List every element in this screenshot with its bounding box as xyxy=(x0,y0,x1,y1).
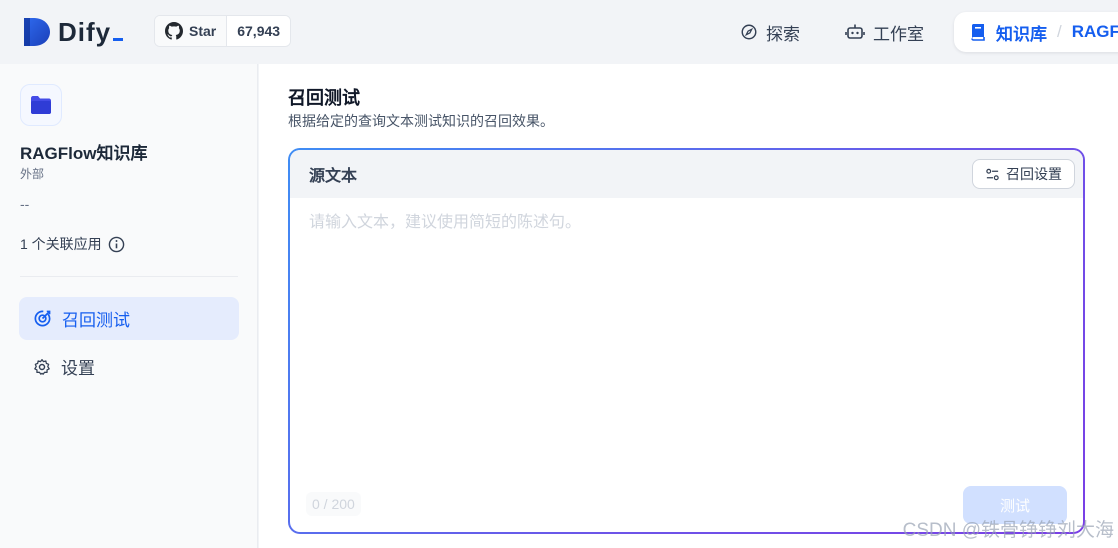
dataset-sidebar: RAGFlow知识库 外部 -- 1 个关联应用 召回测试 设置 xyxy=(0,64,258,548)
page-subtitle: 根据给定的查询文本测试知识的召回效果。 xyxy=(288,113,554,129)
dataset-name: RAGFlow知识库 xyxy=(20,144,148,163)
book-icon xyxy=(971,24,985,41)
source-text-box: 源文本 召回设置 请输入文本，建议使用简短的陈述句。 0 / 200 测试 xyxy=(288,148,1085,534)
folder-icon xyxy=(31,96,51,114)
dataset-type: 外部 xyxy=(20,167,45,181)
watermark: CSDN @铁骨铮铮刘大海 xyxy=(902,520,1114,541)
gear-icon xyxy=(34,358,50,375)
nav-studio[interactable]: 工作室 xyxy=(845,18,924,46)
sidebar-item-retrieval-test[interactable]: 召回测试 xyxy=(19,297,239,340)
nav-current-dataset[interactable]: RAGF xyxy=(1072,22,1118,42)
logo-text: Dify xyxy=(58,16,124,48)
sidebar-item-label: 设置 xyxy=(61,359,95,378)
sliders-icon xyxy=(986,168,999,180)
main-panel: 召回测试 根据给定的查询文本测试知识的召回效果。 源文本 召回设置 请输入文本，… xyxy=(259,64,1118,548)
source-text-header: 源文本 召回设置 xyxy=(290,150,1083,198)
target-icon xyxy=(34,310,51,327)
github-star-badge[interactable]: Star 67,943 xyxy=(154,15,292,47)
dataset-description: -- xyxy=(20,196,30,212)
sidebar-item-settings[interactable]: 设置 xyxy=(19,345,239,388)
dify-logo-mark-icon xyxy=(24,18,50,46)
dify-logo[interactable]: Dify xyxy=(20,16,124,48)
github-star-count: 67,943 xyxy=(227,16,291,46)
retrieval-settings-button[interactable]: 召回设置 xyxy=(972,159,1075,189)
linked-apps-label: 1 个关联应用 xyxy=(20,236,102,252)
top-header: Dify Star 67,943 探索 工作室 知识库 / RAGF xyxy=(0,0,1118,64)
retrieval-settings-label: 召回设置 xyxy=(1006,166,1062,182)
nav-explore[interactable]: 探索 xyxy=(740,18,800,46)
github-icon xyxy=(165,22,183,40)
compass-icon xyxy=(741,24,757,40)
source-text-title: 源文本 xyxy=(309,168,358,185)
github-star-label: Star xyxy=(189,23,217,39)
breadcrumb-separator: / xyxy=(1057,22,1062,41)
nav-studio-label: 工作室 xyxy=(873,24,924,44)
nav-knowledge[interactable]: 知识库 / RAGF xyxy=(954,12,1118,52)
query-textarea[interactable]: 请输入文本，建议使用简短的陈述句。 xyxy=(309,208,581,232)
page-title: 召回测试 xyxy=(288,88,360,108)
char-counter: 0 / 200 xyxy=(306,492,361,516)
robot-icon xyxy=(845,24,865,39)
sidebar-item-label: 召回测试 xyxy=(62,311,130,330)
linked-apps: 1 个关联应用 xyxy=(20,234,125,254)
sidebar-divider xyxy=(20,276,238,277)
nav-explore-label: 探索 xyxy=(766,24,800,44)
dataset-icon xyxy=(20,84,62,126)
nav-knowledge-label: 知识库 xyxy=(996,24,1047,44)
info-icon[interactable] xyxy=(108,236,125,253)
